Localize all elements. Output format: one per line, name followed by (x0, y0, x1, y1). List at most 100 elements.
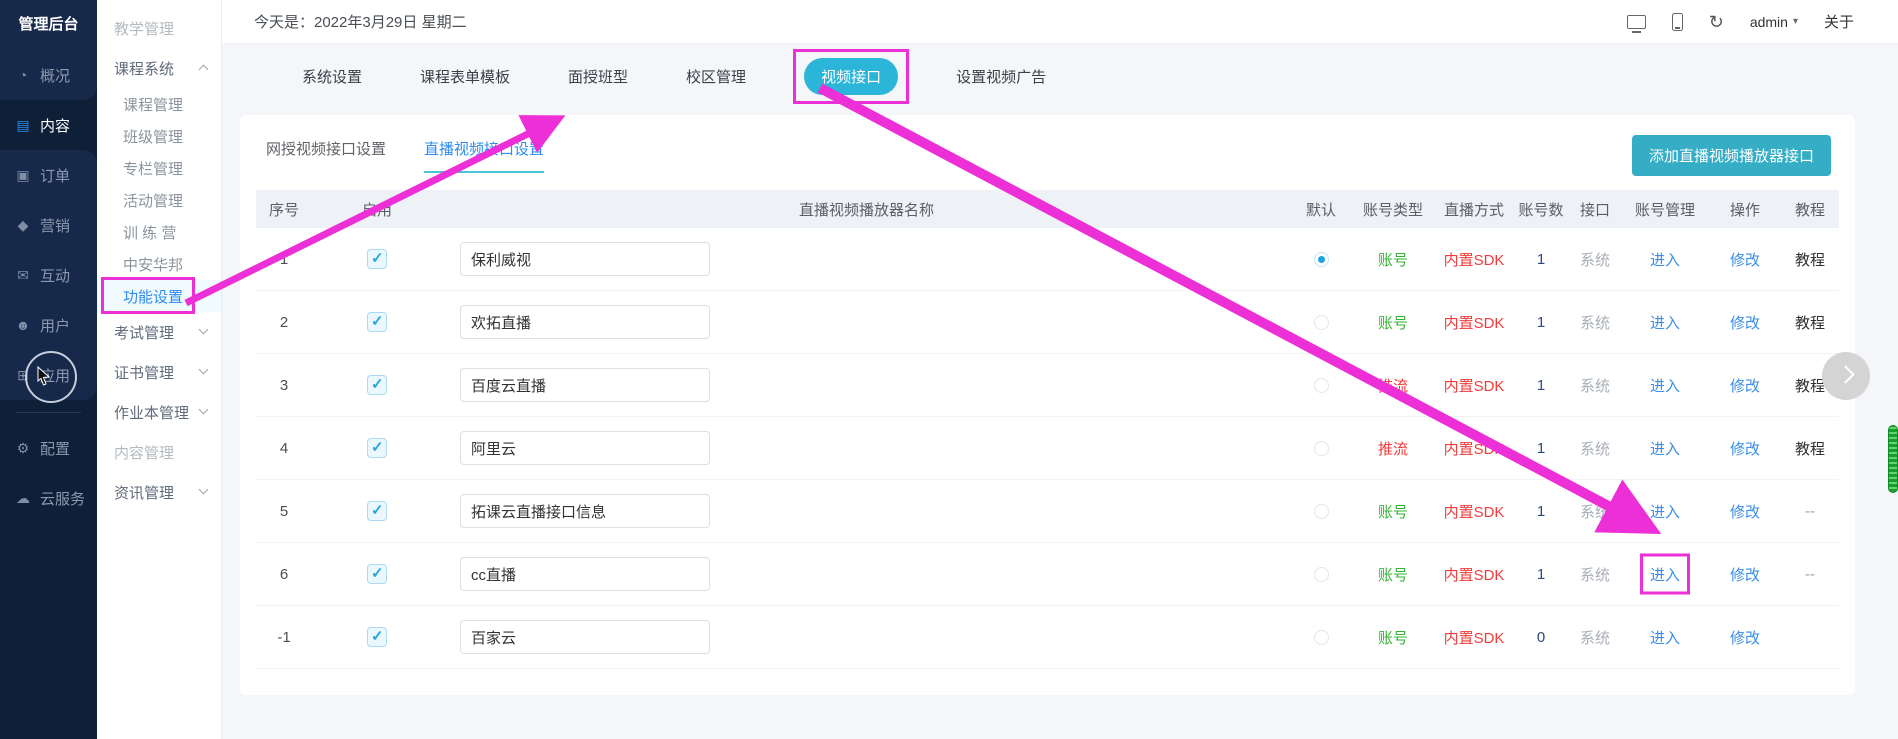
sidebar-item-marketing[interactable]: ◆ 营销 (0, 200, 97, 250)
sidebar-item-config[interactable]: ⚙ 配置 (0, 423, 97, 473)
enter-link[interactable]: 进入 (1650, 627, 1680, 648)
enter-link[interactable]: 进入 (1650, 438, 1680, 459)
tab-video-interface[interactable]: 视频接口 (804, 58, 898, 95)
default-radio[interactable] (1314, 504, 1329, 519)
menu-item-column-mgmt[interactable]: 专栏管理 (97, 152, 221, 184)
desktop-preview-icon[interactable] (1627, 15, 1646, 29)
enable-checkbox[interactable] (367, 375, 387, 395)
default-radio[interactable] (1314, 378, 1329, 393)
menu-item-content-mgmt[interactable]: 内容管理 (97, 432, 221, 472)
live-mode-value: 内置SDK (1435, 564, 1513, 585)
add-live-player-button[interactable]: 添加直播视频播放器接口 (1632, 135, 1831, 176)
table-row: 3 推流 内置SDK 1 系统 进入 修改 教程 (256, 354, 1839, 417)
header-interface: 接口 (1569, 199, 1621, 220)
default-radio[interactable] (1314, 441, 1329, 456)
player-name-input[interactable] (460, 431, 710, 465)
default-radio[interactable] (1314, 252, 1329, 267)
interface-value: 系统 (1569, 375, 1621, 396)
sidebar-item-interaction[interactable]: ✉ 互动 (0, 250, 97, 300)
enable-checkbox[interactable] (367, 627, 387, 647)
sidebar-item-apps[interactable]: ⊞ 应用 (0, 350, 97, 400)
menu-item-zhongan[interactable]: 中安华邦 (97, 248, 221, 280)
header-live-mode: 直播方式 (1435, 199, 1513, 220)
tab-campus-mgmt[interactable]: 校区管理 (686, 66, 746, 87)
enable-checkbox[interactable] (367, 438, 387, 458)
about-link[interactable]: 关于 (1824, 11, 1854, 32)
green-scrollbar-thumb[interactable] (1888, 425, 1898, 493)
main-area: 今天是：2022年3月29日 星期二 ↻ admin ▾ 关于 系统设置 课程表… (222, 0, 1898, 739)
player-name-input[interactable] (460, 557, 710, 591)
modify-link[interactable]: 修改 (1730, 375, 1760, 396)
menu-item-course-mgmt[interactable]: 课程管理 (97, 88, 221, 120)
secondary-sidebar: 教学管理 课程系统 课程管理 班级管理 专栏管理 活动管理 训 练 营 中安华邦… (97, 0, 222, 739)
modify-link[interactable]: 修改 (1730, 627, 1760, 648)
tab-offline-class-type[interactable]: 面授班型 (568, 66, 628, 87)
brand-logo: 管理后台 (0, 0, 97, 50)
mobile-preview-icon[interactable] (1672, 13, 1683, 31)
account-count-value: 1 (1513, 251, 1569, 268)
player-name-input[interactable] (460, 368, 710, 402)
modify-link[interactable]: 修改 (1730, 438, 1760, 459)
enter-link[interactable]: 进入 (1650, 375, 1680, 396)
account-type-value: 推流 (1351, 375, 1435, 396)
table-row: 4 推流 内置SDK 1 系统 进入 修改 教程 (256, 417, 1839, 480)
chevron-up-icon (199, 65, 209, 75)
tutorial-empty: -- (1781, 566, 1839, 583)
next-page-circle-button[interactable] (1822, 352, 1870, 400)
tutorial-link[interactable]: 教程 (1795, 249, 1825, 270)
menu-item-teaching-mgmt[interactable]: 教学管理 (97, 8, 221, 48)
enter-link[interactable]: 进入 (1650, 501, 1680, 522)
default-radio[interactable] (1314, 315, 1329, 330)
enable-checkbox[interactable] (367, 564, 387, 584)
player-name-input[interactable] (460, 494, 710, 528)
enter-link[interactable]: 进入 (1650, 312, 1680, 333)
modify-link[interactable]: 修改 (1730, 501, 1760, 522)
modify-link[interactable]: 修改 (1730, 249, 1760, 270)
tutorial-link[interactable]: 教程 (1795, 375, 1825, 396)
player-name-input[interactable] (460, 242, 710, 276)
menu-item-training-camp[interactable]: 训 练 营 (97, 216, 221, 248)
menu-item-activity-mgmt[interactable]: 活动管理 (97, 184, 221, 216)
menu-item-feature-settings[interactable]: 功能设置 (97, 280, 221, 312)
modify-link[interactable]: 修改 (1730, 564, 1760, 585)
interface-value: 系统 (1569, 501, 1621, 522)
row-seq: 1 (256, 251, 312, 268)
enable-checkbox[interactable] (367, 501, 387, 521)
sidebar-item-orders[interactable]: ▣ 订单 (0, 150, 97, 200)
sidebar-item-content[interactable]: ▤ 内容 (0, 100, 97, 150)
player-name-input[interactable] (460, 305, 710, 339)
header-player-name: 直播视频播放器名称 (442, 199, 1291, 220)
enter-link[interactable]: 进入 (1650, 249, 1680, 270)
tutorial-link[interactable]: 教程 (1795, 438, 1825, 459)
tab-course-form-template[interactable]: 课程表单模板 (420, 66, 510, 87)
subtab-web-video-interface[interactable]: 网授视频接口设置 (266, 138, 386, 173)
default-radio[interactable] (1314, 567, 1329, 582)
menu-item-cert-mgmt[interactable]: 证书管理 (97, 352, 221, 392)
refresh-icon[interactable]: ↻ (1709, 13, 1724, 31)
tab-video-ads[interactable]: 设置视频广告 (956, 66, 1046, 87)
modify-link[interactable]: 修改 (1730, 312, 1760, 333)
sidebar-item-users[interactable]: ☻ 用户 (0, 300, 97, 350)
menu-item-workbook-mgmt[interactable]: 作业本管理 (97, 392, 221, 432)
sidebar-divider (16, 412, 81, 413)
menu-item-news-mgmt[interactable]: 资讯管理 (97, 472, 221, 512)
enable-checkbox[interactable] (367, 249, 387, 269)
user-menu[interactable]: admin ▾ (1750, 14, 1798, 30)
tutorial-link[interactable]: 教程 (1795, 312, 1825, 333)
sidebar-item-cloud[interactable]: ☁ 云服务 (0, 473, 97, 523)
menu-item-class-mgmt[interactable]: 班级管理 (97, 120, 221, 152)
tab-system-settings[interactable]: 系统设置 (302, 66, 362, 87)
sidebar-item-overview[interactable]: ◔ 概况 (0, 50, 97, 100)
player-name-input[interactable] (460, 620, 710, 654)
sidebar-panel-mid: ▣ 订单 ◆ 营销 ✉ 互动 ☻ 用户 ⊞ 应用 (0, 150, 97, 400)
menu-item-course-system[interactable]: 课程系统 (97, 48, 221, 88)
sidebar-item-label: 云服务 (40, 488, 85, 509)
primary-sidebar: 管理后台 ◔ 概况 ▤ 内容 ▣ 订单 ◆ 营销 ✉ 互动 ☻ (0, 0, 97, 739)
enter-link[interactable]: 进入 (1650, 564, 1680, 585)
menu-item-exam-mgmt[interactable]: 考试管理 (97, 312, 221, 352)
default-radio[interactable] (1314, 630, 1329, 645)
subtab-live-video-interface[interactable]: 直播视频接口设置 (424, 138, 544, 173)
account-count-value: 1 (1513, 314, 1569, 331)
gear-icon: ⚙ (15, 440, 31, 457)
enable-checkbox[interactable] (367, 312, 387, 332)
